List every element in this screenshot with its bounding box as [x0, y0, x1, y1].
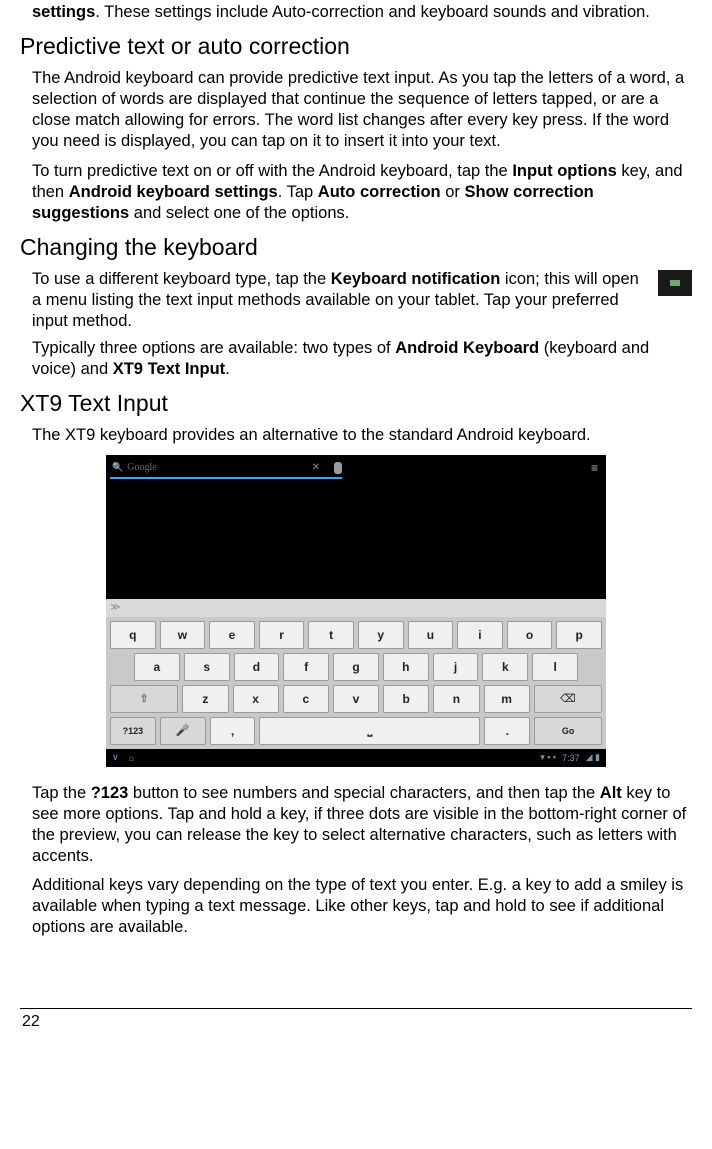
nav-home-icon[interactable]: ⌂	[129, 753, 134, 763]
heading-xt9: XT9 Text Input	[20, 390, 692, 417]
key-r[interactable]: r	[259, 621, 305, 649]
key-n[interactable]: n	[433, 685, 479, 713]
key-m[interactable]: m	[484, 685, 530, 713]
key-c[interactable]: c	[283, 685, 329, 713]
footer-rule	[20, 1008, 692, 1009]
key-go[interactable]: Go	[534, 717, 602, 745]
key-h[interactable]: h	[383, 653, 429, 681]
key-row-1: q w e r t y u i o p	[110, 621, 602, 649]
key-i[interactable]: i	[457, 621, 503, 649]
key-backspace[interactable]: ⌫	[534, 685, 602, 713]
keyboard-notification-icon	[658, 270, 692, 296]
search-icon: 🔍	[112, 462, 123, 473]
key-space[interactable]: ⎵	[259, 717, 480, 745]
key-j[interactable]: j	[433, 653, 479, 681]
xt9-p3: Additional keys vary depending on the ty…	[20, 875, 692, 938]
menu-icon[interactable]: ≡	[591, 461, 598, 475]
changing-p1: To use a different keyboard type, tap th…	[20, 269, 692, 332]
key-q[interactable]: q	[110, 621, 156, 649]
key-row-2: a s d f g h j k l	[110, 653, 602, 681]
heading-changing: Changing the keyboard	[20, 234, 692, 261]
nav-back-icon[interactable]: ∨	[112, 752, 119, 763]
predictive-p1: The Android keyboard can provide predict…	[20, 68, 692, 152]
xt9-p2: Tap the ?123 button to see numbers and s…	[20, 783, 692, 867]
key-g[interactable]: g	[333, 653, 379, 681]
key-d[interactable]: d	[234, 653, 280, 681]
key-x[interactable]: x	[233, 685, 279, 713]
key-row-4: ?123 🎤 , ⎵ . Go	[110, 717, 602, 745]
key-period[interactable]: .	[484, 717, 530, 745]
screenshot-navbar: ∨ ⌂ ▾ ▪ ▪ 7:37 ◢ ▮	[106, 749, 606, 767]
changing-p2: Typically three options are available: t…	[20, 338, 692, 380]
key-w[interactable]: w	[160, 621, 206, 649]
keyboard-area: q w e r t y u i o p a s d f g h j k l	[106, 617, 606, 749]
xt9-keyboard-screenshot: 🔍 Google ✕ ≡ ≫ q w e r t y u i o p	[106, 455, 606, 767]
key-z[interactable]: z	[182, 685, 228, 713]
intro-paragraph: settings. These settings include Auto-co…	[20, 2, 692, 23]
key-v[interactable]: v	[333, 685, 379, 713]
key-k[interactable]: k	[482, 653, 528, 681]
search-bar[interactable]: 🔍 Google ✕	[110, 459, 342, 479]
page-number: 22	[20, 1013, 692, 1051]
key-shift[interactable]: ⇧	[110, 685, 178, 713]
key-s[interactable]: s	[184, 653, 230, 681]
key-numbers[interactable]: ?123	[110, 717, 156, 745]
nav-status-icons: ▾ ▪ ▪	[540, 752, 556, 763]
clear-icon[interactable]: ✕	[308, 462, 324, 473]
expand-icon[interactable]: ≫	[110, 602, 120, 613]
key-p[interactable]: p	[556, 621, 602, 649]
nav-signal-icon: ◢ ▮	[586, 752, 600, 763]
key-o[interactable]: o	[507, 621, 553, 649]
heading-predictive: Predictive text or auto correction	[20, 33, 692, 60]
xt9-p1: The XT9 keyboard provides an alternative…	[20, 425, 692, 446]
bold-settings: settings	[32, 3, 95, 21]
key-f[interactable]: f	[283, 653, 329, 681]
nav-clock: 7:37	[562, 753, 580, 763]
key-u[interactable]: u	[408, 621, 454, 649]
suggestion-row: ≫	[106, 599, 606, 617]
predictive-p2: To turn predictive text on or off with t…	[20, 161, 692, 224]
search-placeholder: Google	[127, 462, 303, 473]
key-e[interactable]: e	[209, 621, 255, 649]
key-comma[interactable]: ,	[210, 717, 256, 745]
key-a[interactable]: a	[134, 653, 180, 681]
mic-icon[interactable]	[334, 462, 342, 474]
screenshot-top-area: 🔍 Google ✕ ≡	[106, 455, 606, 599]
key-row-3: ⇧ z x c v b n m ⌫	[110, 685, 602, 713]
key-l[interactable]: l	[532, 653, 578, 681]
key-mic[interactable]: 🎤	[160, 717, 206, 745]
key-y[interactable]: y	[358, 621, 404, 649]
key-t[interactable]: t	[308, 621, 354, 649]
key-b[interactable]: b	[383, 685, 429, 713]
